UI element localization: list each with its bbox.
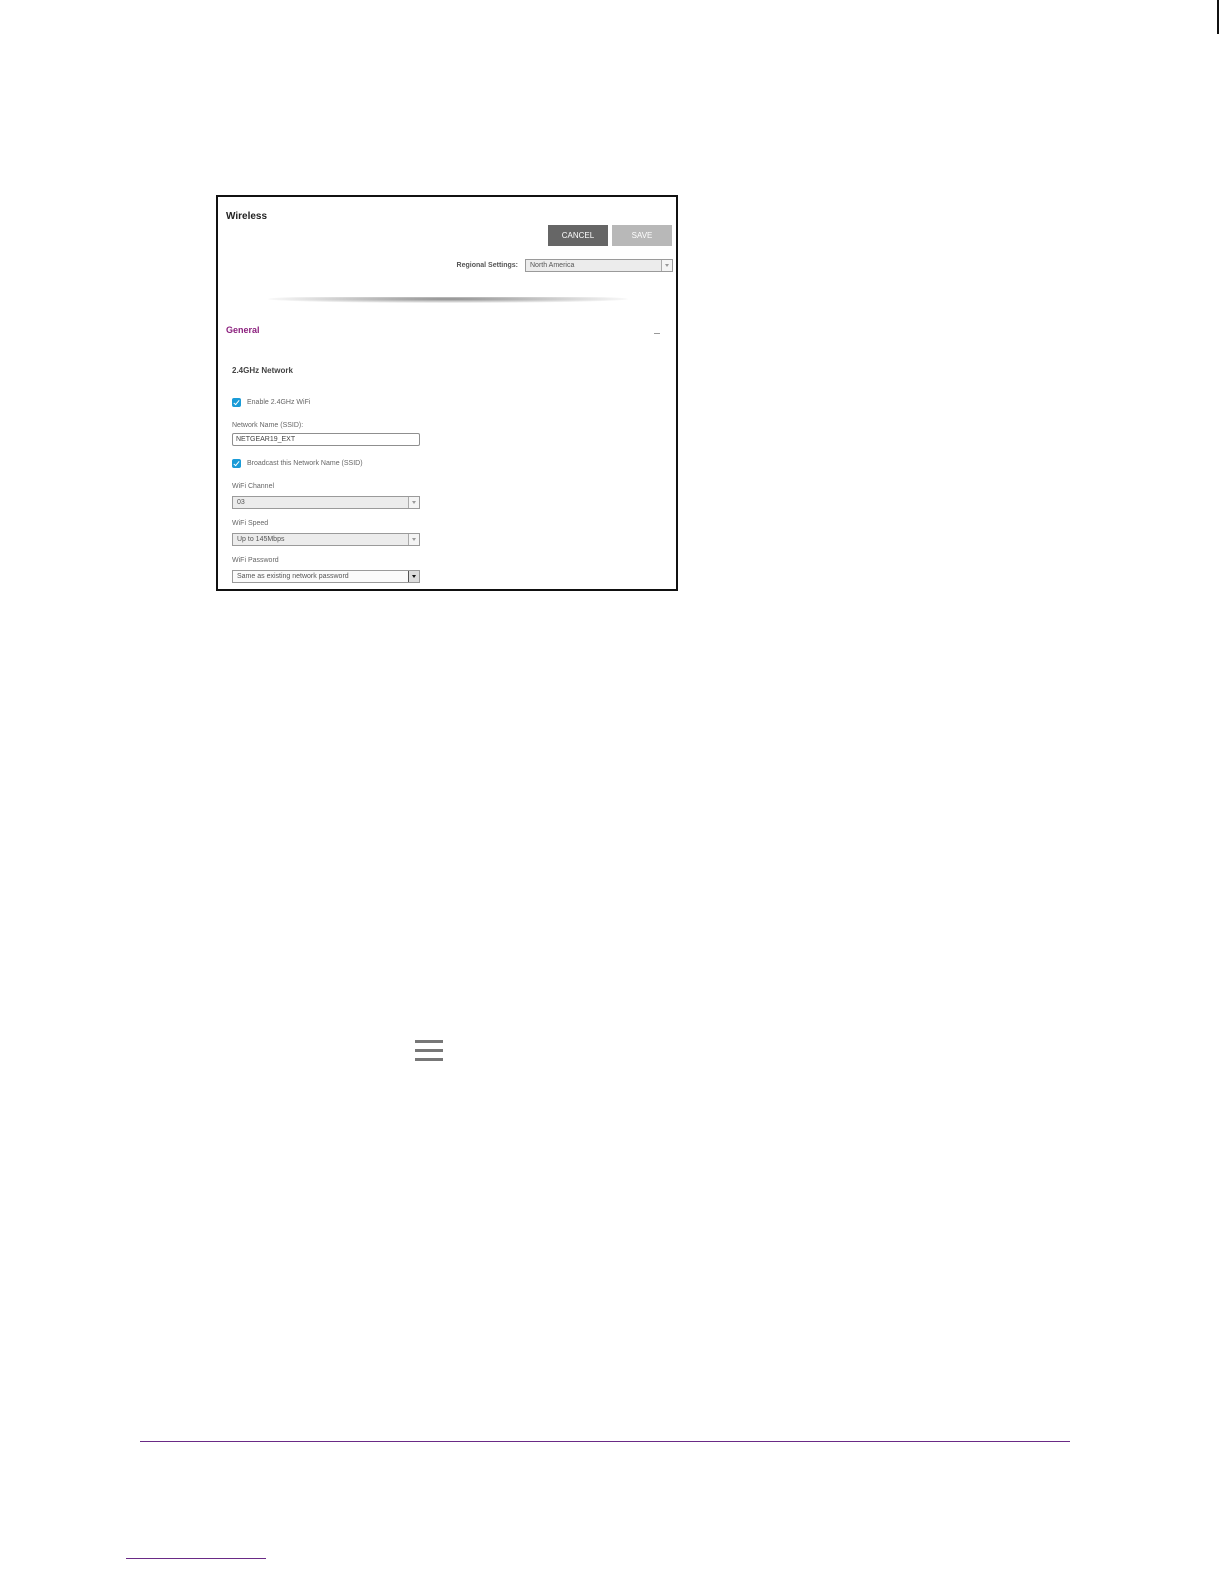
wireless-settings-screenshot: Wireless CANCEL SAVE Regional Settings: … — [216, 195, 678, 591]
regional-settings-select[interactable]: North America — [525, 259, 673, 272]
ssid-input[interactable] — [232, 433, 420, 446]
footer-rule — [140, 1441, 1070, 1442]
enable-wifi-label: Enable 2.4GHz WiFi — [247, 398, 311, 406]
ssid-label: Network Name (SSID): — [232, 422, 304, 429]
page-edge-mark — [1217, 0, 1219, 34]
chevron-down-icon — [661, 260, 672, 271]
regional-settings-label: Regional Settings: — [456, 262, 518, 269]
wifi-speed-value: Up to 145Mbps — [237, 536, 285, 543]
section-divider-mask — [258, 289, 638, 297]
hamburger-bar — [415, 1049, 443, 1052]
wifi-password-select[interactable]: Same as existing network password — [232, 570, 420, 583]
footer-link-underline — [126, 1558, 266, 1559]
checkmark-icon[interactable] — [232, 458, 241, 468]
cancel-button[interactable]: CANCEL — [548, 225, 608, 246]
wifi-channel-select[interactable]: 03 — [232, 496, 420, 509]
wifi-password-value: Same as existing network password — [237, 573, 349, 580]
chevron-down-icon — [408, 497, 419, 508]
hamburger-menu-icon — [415, 1040, 443, 1062]
enable-wifi-checkbox-row[interactable]: Enable 2.4GHz WiFi — [232, 396, 310, 408]
broadcast-ssid-label: Broadcast this Network Name (SSID) — [247, 459, 363, 467]
general-section-title: General — [226, 325, 260, 335]
chevron-down-icon — [408, 571, 419, 582]
page-title: Wireless — [226, 211, 268, 222]
broadcast-ssid-checkbox-row[interactable]: Broadcast this Network Name (SSID) — [232, 457, 363, 469]
wifi-channel-label: WiFi Channel — [232, 483, 275, 490]
regional-settings-value: North America — [530, 262, 575, 269]
save-button[interactable]: SAVE — [612, 225, 672, 246]
network-2-4ghz-title: 2.4GHz Network — [232, 366, 293, 375]
wifi-password-label: WiFi Password — [232, 557, 279, 564]
wifi-speed-label: WiFi Speed — [232, 520, 269, 527]
wifi-speed-select[interactable]: Up to 145Mbps — [232, 533, 420, 546]
chevron-down-icon — [408, 534, 419, 545]
hamburger-bar — [415, 1058, 443, 1061]
minus-icon[interactable] — [654, 333, 660, 334]
hamburger-bar — [415, 1040, 443, 1043]
checkmark-icon[interactable] — [232, 397, 241, 407]
wifi-channel-value: 03 — [237, 499, 245, 506]
